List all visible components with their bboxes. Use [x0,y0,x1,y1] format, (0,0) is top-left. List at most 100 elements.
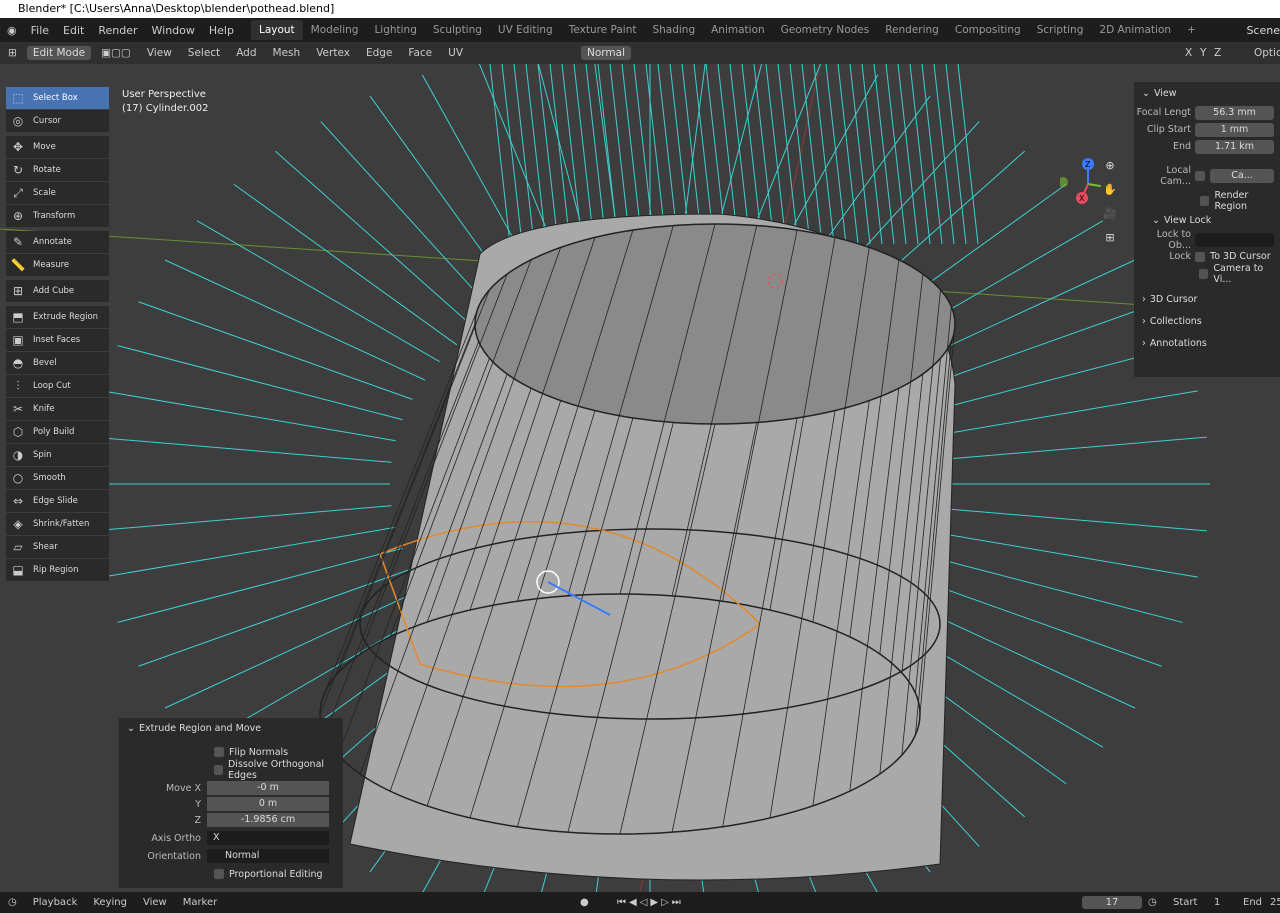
playback-menu[interactable]: Playback [25,897,86,908]
tool-knife[interactable]: ✂ Knife [6,398,109,420]
menu-help[interactable]: Help [202,24,241,37]
tool-loop-cut[interactable]: ⫶ Loop Cut [6,375,109,397]
tool-transform[interactable]: ⊕ Transform [6,205,109,227]
tab-rendering[interactable]: Rendering [877,20,947,40]
tool-inset-faces[interactable]: ▣ Inset Faces [6,329,109,351]
tab-compositing[interactable]: Compositing [947,20,1029,40]
tool-poly-build[interactable]: ⬡ Poly Build [6,421,109,443]
select-mode-icons[interactable]: ▣▢▢ [93,47,139,59]
tab-geometry-nodes[interactable]: Geometry Nodes [773,20,878,40]
tab-shading[interactable]: Shading [644,20,703,40]
transform-orientation-dropdown[interactable]: Normal [581,46,632,60]
end-field[interactable]: 25 [1270,897,1280,908]
proportional-editing-checkbox[interactable] [214,869,224,879]
tool-shrink-fatten[interactable]: ◈ Shrink/Fatten [6,513,109,535]
tab-texture-paint[interactable]: Texture Paint [561,20,645,40]
pan-hand-icon[interactable]: ✋ [1100,180,1120,200]
tab-lighting[interactable]: Lighting [366,20,424,40]
tool-shelf: ⬚ Select Box ◎ Cursor ✥ Move ↻ Rotate ⤢ Scale ⊕ Tra… [6,87,109,582]
menu-mesh[interactable]: Mesh [265,47,309,59]
tool-measure[interactable]: 📏 Measure [6,254,109,276]
marker-menu[interactable]: Marker [175,897,226,908]
scene-selector[interactable]: Scene [1246,24,1280,37]
move-z-field[interactable]: -1.9856 cm [207,813,329,827]
lock-to-object-field[interactable] [1195,232,1274,247]
tool-scale[interactable]: ⤢ Scale [6,182,109,204]
clip-end-field[interactable]: 1.71 km [1195,139,1274,154]
camera-view-icon[interactable]: 🎥 [1100,204,1120,224]
tab-animation[interactable]: Animation [703,20,773,40]
menu-select[interactable]: Select [180,47,228,59]
record-button[interactable]: ● [580,897,589,908]
timeline-editor-icon[interactable]: ◷ [0,897,25,908]
options-dropdown[interactable]: Option [1254,47,1280,59]
tab-scripting[interactable]: Scripting [1029,20,1092,40]
ortho-grid-icon[interactable]: ⊞ [1100,228,1120,248]
preview-range-icon[interactable]: ◷ [1148,897,1157,908]
axis-y-toggle[interactable]: Y [1200,47,1206,59]
tool-edge-slide[interactable]: ⇔ Edge Slide [6,490,109,512]
tool-smooth[interactable]: ○ Smooth [6,467,109,489]
tab-sculpting[interactable]: Sculpting [425,20,490,40]
menu-file[interactable]: File [24,24,56,37]
zoom-icon[interactable]: ⊕ [1100,156,1120,176]
top-menubar: ◉ File Edit Render Window Help Layout Mo… [0,18,1280,42]
timeline-view-menu[interactable]: View [135,897,175,908]
menu-render[interactable]: Render [91,24,144,37]
tab-2d-animation[interactable]: 2D Animation [1091,20,1179,40]
operator-header[interactable]: ⌄ Extrude Region and Move [119,718,343,738]
menu-edge[interactable]: Edge [358,47,400,59]
blender-logo-icon[interactable]: ◉ [0,24,24,37]
camera-to-view-checkbox[interactable] [1199,268,1209,279]
tool-extrude-region[interactable]: ⬒ Extrude Region [6,306,109,328]
tool-shear[interactable]: ▱ Shear [6,536,109,558]
3d-cursor-section[interactable]: › 3D Cursor [1134,288,1280,310]
collections-section[interactable]: › Collections [1134,310,1280,332]
view-section-header[interactable]: ⌄ View [1134,82,1280,104]
start-field[interactable]: 1 [1214,897,1220,908]
annotations-section[interactable]: › Annotations [1134,332,1280,354]
move-y-field[interactable]: 0 m [207,797,329,811]
add-workspace-button[interactable]: + [1179,20,1204,40]
tab-layout[interactable]: Layout [250,20,303,40]
tab-modeling[interactable]: Modeling [303,20,367,40]
tool-select-box[interactable]: ⬚ Select Box [6,87,109,109]
dissolve-orthogonal-checkbox[interactable] [214,765,223,775]
tool-rip-region[interactable]: ⬓ Rip Region [6,559,109,581]
menu-window[interactable]: Window [145,24,202,37]
editor-type-icon[interactable]: ⊞ [0,47,25,59]
playback-controls[interactable]: ⏮◀◁▶▷⏭ [617,897,684,908]
tool-rotate[interactable]: ↻ Rotate [6,159,109,181]
tool-icon: ○ [12,471,24,485]
tool-cursor[interactable]: ◎ Cursor [6,110,109,132]
menu-view[interactable]: View [139,47,180,59]
tab-uv-editing[interactable]: UV Editing [490,20,561,40]
menu-face[interactable]: Face [400,47,440,59]
tool-add-cube[interactable]: ⊞ Add Cube [6,280,109,302]
orientation-dropdown[interactable]: Normal [207,849,329,863]
move-x-field[interactable]: -0 m [207,781,329,795]
tool-move[interactable]: ✥ Move [6,136,109,158]
local-camera-checkbox[interactable] [1195,170,1205,181]
mode-selector[interactable]: Edit Mode [26,46,92,60]
axis-ortho-dropdown[interactable]: X [207,831,329,845]
keying-menu[interactable]: Keying [85,897,135,908]
flip-normals-checkbox[interactable] [214,747,224,757]
render-region-checkbox[interactable] [1200,195,1210,206]
tool-annotate[interactable]: ✎ Annotate [6,231,109,253]
current-frame-field[interactable]: 17 [1082,896,1142,909]
menu-add[interactable]: Add [228,47,264,59]
tool-icon: ◓ [12,356,24,370]
axis-z-toggle[interactable]: Z [1214,47,1221,59]
tool-bevel[interactable]: ◓ Bevel [6,352,109,374]
menu-uv[interactable]: UV [440,47,471,59]
lock-3d-cursor-checkbox[interactable] [1195,251,1205,262]
menu-edit[interactable]: Edit [56,24,91,37]
lock-3d-cursor-label: To 3D Cursor [1210,251,1271,262]
clip-start-field[interactable]: 1 mm [1195,122,1274,137]
menu-vertex[interactable]: Vertex [308,47,358,59]
local-camera-field[interactable]: Ca... [1210,168,1274,183]
focal-length-field[interactable]: 56.3 mm [1195,105,1274,120]
tool-spin[interactable]: ◑ Spin [6,444,109,466]
axis-x-toggle[interactable]: X [1185,47,1192,59]
